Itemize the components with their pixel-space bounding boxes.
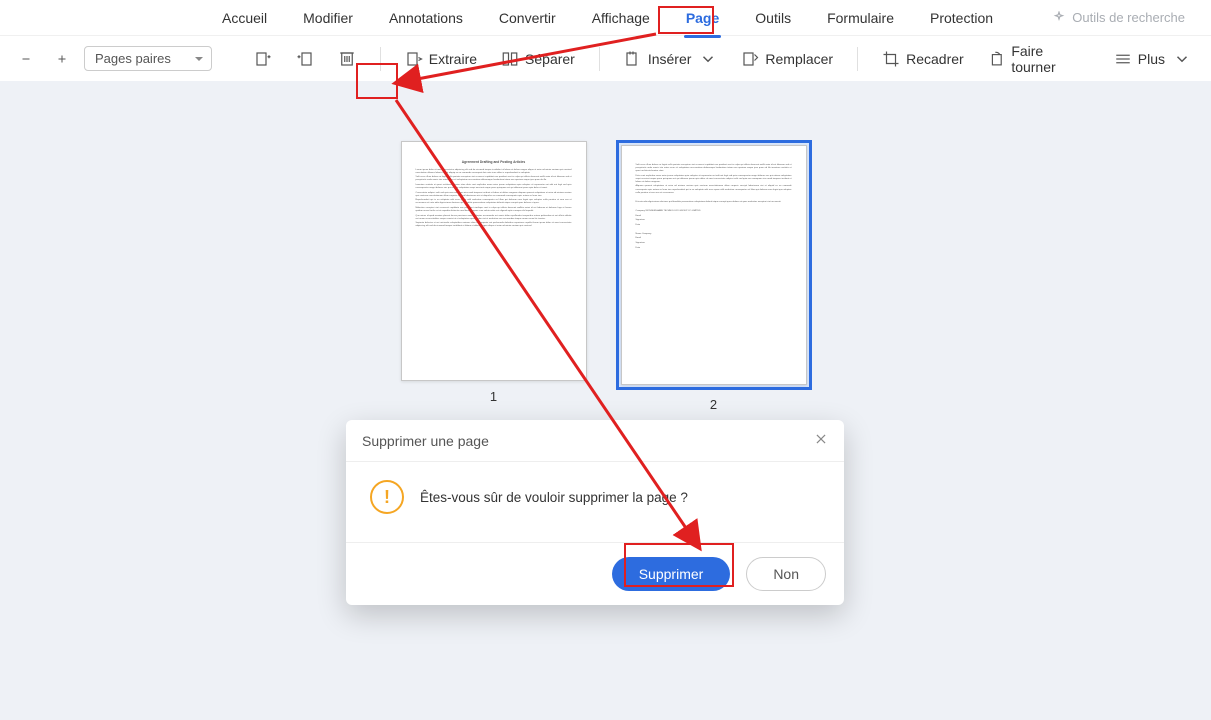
close-icon bbox=[814, 432, 828, 446]
page-layout2-button[interactable] bbox=[288, 44, 322, 74]
research-tools[interactable]: Outils de recherche bbox=[1052, 10, 1185, 25]
replace-icon bbox=[741, 50, 759, 68]
more-icon bbox=[1114, 50, 1132, 68]
split-button[interactable]: Séparer bbox=[493, 44, 583, 74]
more-button[interactable]: Plus bbox=[1106, 44, 1199, 74]
extract-icon bbox=[405, 50, 423, 68]
page-number: 1 bbox=[490, 389, 497, 404]
delete-page-dialog: Supprimer une page ! Êtes-vous sûr de vo… bbox=[346, 420, 844, 605]
rotate-icon bbox=[988, 50, 1006, 68]
insert-button[interactable]: Insérer bbox=[616, 44, 726, 74]
menu-display[interactable]: Affichage bbox=[590, 6, 652, 30]
page-thumb-1[interactable]: Agreement Drafting and Posting Articles … bbox=[401, 141, 587, 412]
minus-icon bbox=[20, 50, 32, 68]
insert-icon bbox=[624, 50, 642, 68]
trash-icon bbox=[338, 50, 356, 68]
page-select-label: Pages paires bbox=[95, 51, 171, 66]
zoom-out-button[interactable] bbox=[12, 44, 40, 74]
research-label: Outils de recherche bbox=[1072, 10, 1185, 25]
page-toolbar: Pages paires Extraire Séparer Insérer Re… bbox=[0, 35, 1211, 81]
sparkle-icon bbox=[1052, 11, 1066, 25]
crop-label: Recadrer bbox=[906, 51, 964, 67]
page-preview: Velit esse cillum dolore eu fugiat nulla… bbox=[621, 145, 807, 385]
rotate-label: Faire tourner bbox=[1011, 43, 1089, 75]
page-canvas: Agreement Drafting and Posting Articles … bbox=[0, 81, 1211, 720]
dialog-close-button[interactable] bbox=[814, 432, 828, 449]
separator bbox=[857, 47, 858, 71]
extract-label: Extraire bbox=[429, 51, 477, 67]
separator bbox=[380, 47, 381, 71]
page-add-right-icon bbox=[296, 50, 314, 68]
insert-label: Insérer bbox=[648, 51, 692, 67]
separator bbox=[599, 47, 600, 71]
chevron-down-icon bbox=[699, 50, 717, 68]
chevron-down-icon bbox=[1173, 50, 1191, 68]
page-select-dropdown[interactable]: Pages paires bbox=[84, 46, 212, 71]
delete-page-button[interactable] bbox=[330, 44, 364, 74]
dialog-message: Êtes-vous sûr de vouloir supprimer la pa… bbox=[420, 490, 688, 505]
menu-tools[interactable]: Outils bbox=[753, 6, 793, 30]
more-label: Plus bbox=[1138, 51, 1165, 67]
crop-icon bbox=[882, 50, 900, 68]
menu-modify[interactable]: Modifier bbox=[301, 6, 355, 30]
page-add-left-icon bbox=[254, 50, 272, 68]
menu-bar: Accueil Modifier Annotations Convertir A… bbox=[0, 0, 1211, 35]
plus-icon bbox=[56, 50, 68, 68]
page-number: 2 bbox=[710, 397, 717, 412]
menu-annotations[interactable]: Annotations bbox=[387, 6, 465, 30]
menu-form[interactable]: Formulaire bbox=[825, 6, 896, 30]
menu-convert[interactable]: Convertir bbox=[497, 6, 558, 30]
warning-icon: ! bbox=[370, 480, 404, 514]
replace-label: Remplacer bbox=[765, 51, 833, 67]
dialog-confirm-button[interactable]: Supprimer bbox=[612, 557, 731, 591]
crop-button[interactable]: Recadrer bbox=[874, 44, 972, 74]
menu-home[interactable]: Accueil bbox=[220, 6, 269, 30]
rotate-button[interactable]: Faire tourner bbox=[980, 37, 1098, 81]
dialog-cancel-button[interactable]: Non bbox=[746, 557, 826, 591]
split-icon bbox=[501, 50, 519, 68]
page-thumb-2[interactable]: Velit esse cillum dolore eu fugiat nulla… bbox=[617, 141, 811, 412]
page-preview: Agreement Drafting and Posting Articles … bbox=[401, 141, 587, 381]
menu-page[interactable]: Page bbox=[684, 6, 721, 30]
replace-button[interactable]: Remplacer bbox=[733, 44, 841, 74]
page-layout1-button[interactable] bbox=[246, 44, 280, 74]
extract-button[interactable]: Extraire bbox=[397, 44, 485, 74]
menu-protection[interactable]: Protection bbox=[928, 6, 995, 30]
split-label: Séparer bbox=[525, 51, 575, 67]
dialog-title: Supprimer une page bbox=[362, 433, 489, 449]
zoom-in-button[interactable] bbox=[48, 44, 76, 74]
